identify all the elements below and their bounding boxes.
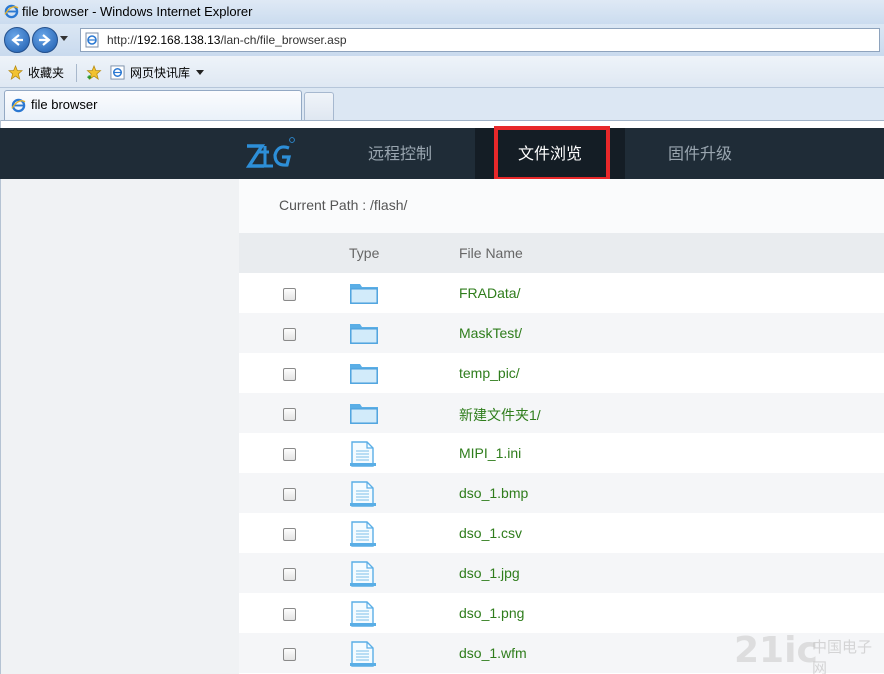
folder-icon	[349, 361, 379, 389]
file-name-link[interactable]: temp_pic/	[459, 365, 520, 381]
address-field[interactable]: http://192.168.138.13/lan-ch/file_browse…	[80, 28, 880, 52]
file-name-link[interactable]: dso_1.png	[459, 605, 524, 621]
file-name-link[interactable]: 新建文件夹1/	[459, 405, 541, 425]
watermark-text: 中国电子网	[812, 638, 873, 674]
favorites-bar: 收藏夹 网页快讯库	[0, 56, 884, 88]
file-name-link[interactable]: dso_1.jpg	[459, 565, 520, 581]
file-icon	[349, 481, 377, 511]
select-checkbox[interactable]	[283, 448, 296, 461]
window-titlebar: file browser - Windows Internet Explorer	[0, 0, 884, 24]
table-row: dso_1.jpg	[239, 553, 884, 593]
history-dropdown-icon[interactable]	[60, 36, 68, 41]
file-icon	[349, 601, 377, 631]
nav-firmware-upgrade[interactable]: 固件升级	[627, 128, 773, 179]
select-checkbox[interactable]	[283, 288, 296, 301]
highlight-annotation	[494, 126, 610, 181]
file-name-link[interactable]: MIPI_1.ini	[459, 445, 521, 461]
table-row: dso_1.bmp	[239, 473, 884, 513]
file-icon	[349, 561, 377, 591]
table-row: temp_pic/	[239, 353, 884, 393]
select-checkbox[interactable]	[283, 608, 296, 621]
file-icon	[349, 641, 377, 671]
table-row: dso_1.png	[239, 593, 884, 633]
file-name-link[interactable]: dso_1.wfm	[459, 645, 527, 661]
favorites-separator	[76, 64, 77, 82]
tab-label: file browser	[31, 97, 98, 112]
sidebar	[1, 179, 239, 674]
table-row: dso_1.csv	[239, 513, 884, 553]
forward-button[interactable]	[32, 27, 58, 53]
internet-explorer-icon	[11, 98, 26, 113]
web-slice-gallery-link[interactable]: 网页快讯库	[130, 64, 190, 81]
current-path: Current Path : /flash/	[279, 197, 408, 213]
watermark-logo: 21ic	[734, 630, 818, 671]
back-arrow-icon	[11, 34, 23, 46]
url-path: /lan-ch/file_browser.asp	[220, 33, 347, 47]
tab-file-browser[interactable]: file browser	[4, 90, 302, 120]
favorites-button[interactable]: 收藏夹	[28, 64, 64, 81]
web-slice-icon	[110, 65, 125, 80]
url-prefix: http://	[107, 33, 138, 47]
column-header-type: Type	[349, 245, 380, 261]
address-url: http://192.168.138.13/lan-ch/file_browse…	[107, 33, 347, 47]
table-row: FRAData/	[239, 273, 884, 313]
tab-bar: file browser	[0, 88, 884, 120]
table-row: MIPI_1.ini	[239, 433, 884, 473]
select-checkbox[interactable]	[283, 648, 296, 661]
table-row: MaskTest/	[239, 313, 884, 353]
file-icon	[349, 521, 377, 551]
table-row: 新建文件夹1/	[239, 393, 884, 433]
forward-arrow-icon	[39, 34, 51, 46]
zlg-logo[interactable]	[245, 136, 297, 172]
nav-remote-control[interactable]: 远程控制	[327, 128, 473, 179]
file-name-link[interactable]: dso_1.bmp	[459, 485, 528, 501]
favorites-star-icon	[8, 65, 23, 80]
select-checkbox[interactable]	[283, 568, 296, 581]
address-toolbar: http://192.168.138.13/lan-ch/file_browse…	[0, 24, 884, 56]
back-button[interactable]	[4, 27, 30, 53]
select-checkbox[interactable]	[283, 408, 296, 421]
new-tab-button[interactable]	[304, 92, 334, 120]
select-checkbox[interactable]	[283, 488, 296, 501]
file-name-link[interactable]: FRAData/	[459, 285, 520, 301]
folder-icon	[349, 321, 379, 349]
select-checkbox[interactable]	[283, 368, 296, 381]
file-name-link[interactable]: MaskTest/	[459, 325, 522, 341]
chevron-down-icon[interactable]	[196, 70, 204, 75]
column-header-file-name: File Name	[459, 245, 523, 261]
page-icon	[85, 32, 99, 48]
select-checkbox[interactable]	[283, 528, 296, 541]
folder-icon	[349, 401, 379, 429]
add-favorite-icon[interactable]	[86, 65, 102, 80]
url-host: 192.168.138.13	[137, 33, 221, 47]
file-name-link[interactable]: dso_1.csv	[459, 525, 522, 541]
window-title: file browser - Windows Internet Explorer	[22, 4, 253, 19]
table-header	[239, 233, 884, 273]
folder-icon	[349, 281, 379, 309]
internet-explorer-icon	[4, 4, 19, 19]
select-checkbox[interactable]	[283, 328, 296, 341]
file-icon	[349, 441, 377, 471]
